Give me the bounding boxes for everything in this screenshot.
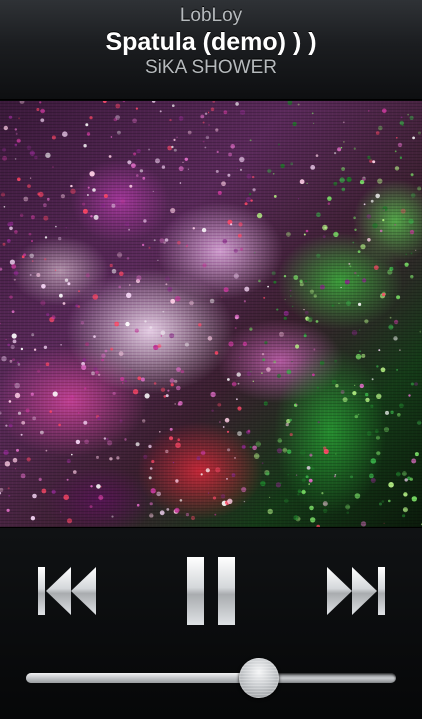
- now-playing-header: LobLoy Spatula (demo) ) ) SiKA SHOWER: [0, 0, 422, 100]
- previous-track-icon: [38, 567, 96, 615]
- artwork-noise: [0, 101, 422, 527]
- previous-track-button[interactable]: [36, 564, 98, 618]
- track-title: Spatula (demo) ) ): [105, 28, 317, 56]
- pause-icon: [187, 557, 235, 625]
- pause-button[interactable]: [185, 556, 237, 626]
- playback-controls: [0, 527, 422, 719]
- volume-slider[interactable]: [26, 658, 396, 698]
- music-player: LobLoy Spatula (demo) ) ) SiKA SHOWER: [0, 0, 422, 719]
- volume-fill: [26, 673, 259, 683]
- next-track-button[interactable]: [325, 564, 387, 618]
- artist-name: LobLoy: [179, 5, 243, 26]
- album-artwork: [0, 101, 422, 527]
- next-track-icon: [327, 567, 385, 615]
- volume-thumb[interactable]: [239, 658, 279, 698]
- album-name: SiKA SHOWER: [145, 57, 277, 78]
- volume-track[interactable]: [26, 673, 396, 683]
